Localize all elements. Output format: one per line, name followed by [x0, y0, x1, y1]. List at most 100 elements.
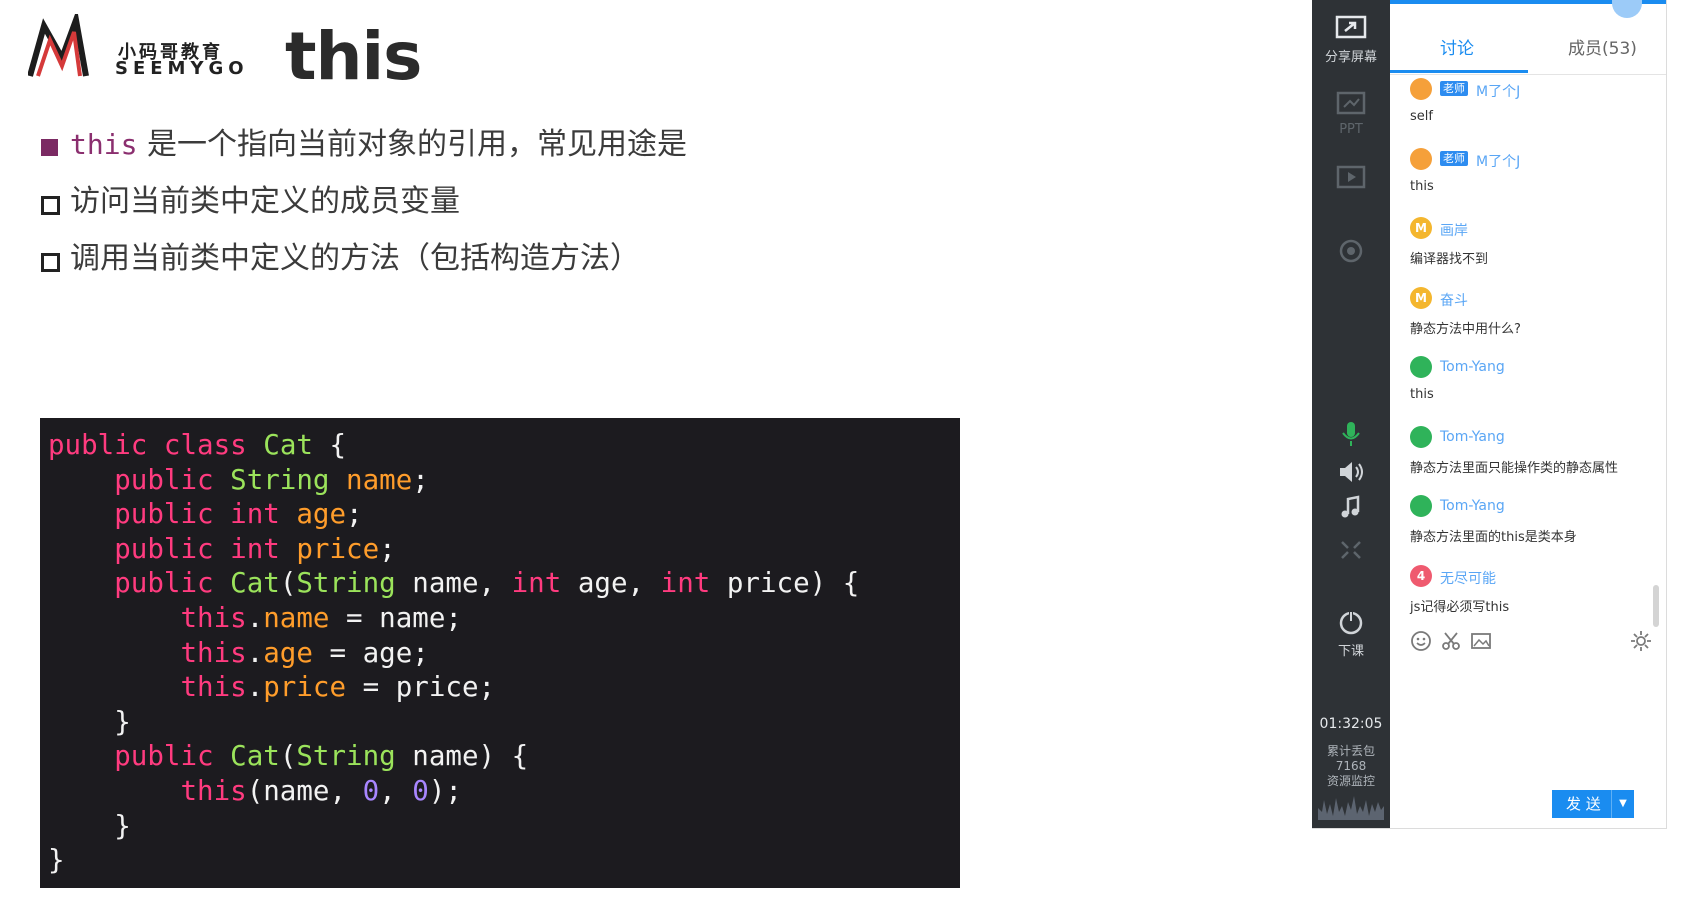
filled-square-bullet-icon [41, 139, 58, 156]
message-text: 编译器找不到 [1410, 252, 1489, 267]
code-token: { [312, 429, 347, 461]
media-button[interactable] [1312, 164, 1390, 192]
bullet-text: 调用当前类中定义的方法（包括构造方法） [70, 239, 640, 279]
share-screen-label: 分享屏幕 [1324, 50, 1377, 65]
avatar[interactable] [1410, 78, 1432, 100]
resource-monitor-label: 资源监控 [1326, 774, 1375, 788]
avatar[interactable]: M [1410, 286, 1432, 309]
code-token: 0 [362, 774, 380, 807]
speaker-button[interactable] [1312, 458, 1390, 486]
slide: 小码哥教育 SEEMYGO this this 是一个指向当前对象的引用，常见用… [0, 0, 1300, 898]
send-options-chevron-icon[interactable]: ▼ [1611, 790, 1634, 818]
bullet-text: this 是一个指向当前对象的引用，常见用途是 [70, 125, 687, 165]
packet-loss-value: 7168 [1335, 759, 1367, 773]
teacher-badge: 老师 [1440, 81, 1468, 96]
code-token: public [114, 532, 214, 565]
message-author[interactable]: 奋斗 [1440, 290, 1468, 310]
code-token: String [230, 463, 330, 496]
code-token: name) { [395, 740, 529, 773]
music-button[interactable] [1312, 494, 1390, 522]
message-author[interactable]: Tom-Yang [1440, 429, 1505, 445]
code-token: public [114, 463, 214, 496]
bullet-body: 调用当前类中定义的方法（包括构造方法） [70, 241, 640, 276]
code-line: public class Cat { [48, 428, 960, 463]
settings-gear-icon[interactable] [1630, 630, 1652, 652]
code-token: = name; [329, 601, 462, 634]
code-token: } [48, 844, 65, 877]
tab-members[interactable]: 成员(53) [1568, 34, 1637, 59]
code-token: . [246, 636, 264, 669]
bullet-body: 是一个指向当前对象的引用，常见用途是 [137, 127, 687, 162]
video-icon [1336, 165, 1366, 189]
code-line: this(name, 0, 0); [48, 774, 960, 809]
message-author[interactable]: Tom-Yang [1440, 498, 1505, 514]
panel-tabs: 讨论 成员(53) [1390, 4, 1666, 75]
message-author[interactable]: Tom-Yang [1440, 359, 1505, 375]
code-token: } [48, 705, 131, 738]
avatar[interactable]: M [1410, 217, 1432, 239]
ppt-button[interactable]: PPT [1312, 90, 1390, 137]
avatar[interactable] [1410, 495, 1432, 517]
code-line: } [48, 809, 960, 844]
code-token: Cat [263, 429, 313, 461]
code-line: } [48, 705, 960, 740]
slide-title: this [285, 18, 422, 95]
fullscreen-button[interactable] [1312, 536, 1390, 564]
image-icon[interactable] [1470, 630, 1492, 652]
code-token: Cat [230, 567, 280, 600]
code-token: String [296, 567, 396, 600]
avatar[interactable] [1410, 356, 1432, 378]
code-token: public [114, 567, 214, 600]
collapse-icon [1341, 541, 1361, 559]
code-line: this.age = age; [48, 636, 960, 671]
code-token: (name, [246, 774, 363, 807]
code-token: age [296, 498, 347, 531]
share-screen-button[interactable]: 分享屏幕 [1312, 14, 1390, 65]
scissors-icon[interactable] [1440, 630, 1462, 652]
chat-scrollbar[interactable] [1653, 585, 1659, 627]
chat-message: M 画岸编译器找不到 [1390, 215, 1666, 285]
code-token: price [296, 532, 380, 565]
microphone-button[interactable] [1312, 420, 1390, 448]
logo-en-text: SEEMYGO [115, 58, 249, 79]
message-text: 静态方法里面只能操作类的静态属性 [1410, 460, 1619, 476]
emoji-icon[interactable] [1410, 630, 1432, 652]
chat-message-list[interactable]: 老师 M了个J self 老师 M了个J this M 画岸 编译器找不到 M 奋斗 静态方法中用什么… [1390, 76, 1666, 624]
packet-loss-label: 累计丢包 [1326, 744, 1375, 758]
message-author[interactable]: M了个J [1476, 151, 1520, 171]
avatar[interactable] [1410, 425, 1432, 448]
message-author[interactable]: M了个J [1476, 81, 1520, 101]
tab-discussion[interactable]: 讨论 [1440, 34, 1474, 59]
code-line: public Cat(String name, int age, int pri… [48, 566, 960, 601]
message-author[interactable]: 画岸 [1440, 220, 1468, 240]
camera-button[interactable] [1312, 238, 1390, 266]
chat-message: Tom-Yang 静态方法里面的this是类本身 [1390, 493, 1666, 563]
avatar[interactable] [1410, 147, 1432, 170]
code-token: class [163, 429, 247, 461]
avatar[interactable]: 4 [1410, 564, 1432, 587]
message-text: self [1410, 109, 1433, 124]
code-token: this [180, 601, 247, 634]
send-button[interactable]: 发 送 ▼ [1552, 790, 1634, 818]
code-token: age [263, 636, 313, 669]
code-token: . [246, 601, 264, 634]
chat-message: Tom-Yang 静态方法里面只能操作类的静态属性 [1390, 424, 1666, 494]
waveform-graphic [1318, 796, 1384, 820]
code-token: this [180, 774, 247, 807]
chat-toolbar [1390, 630, 1666, 660]
code-token: name [263, 601, 330, 634]
end-class-button[interactable]: 下课 [1312, 608, 1390, 659]
message-author[interactable]: 无尽可能 [1440, 568, 1496, 588]
code-token: ; [346, 498, 363, 531]
